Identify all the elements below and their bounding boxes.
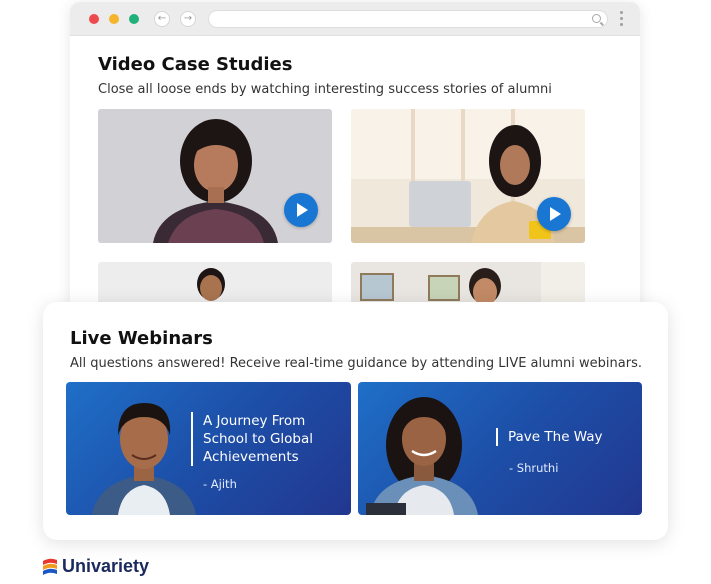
section-subtitle: All questions answered! Receive real-tim… xyxy=(70,356,642,371)
address-bar[interactable] xyxy=(208,10,608,28)
live-webinars-card: Live Webinars All questions answered! Re… xyxy=(43,302,668,540)
webinar-title: A Journey From School to Global Achievem… xyxy=(191,412,313,466)
video-thumbnail-2[interactable] xyxy=(351,109,585,243)
video-thumbnail-1[interactable] xyxy=(98,109,332,243)
section-title: Live Webinars xyxy=(70,328,213,349)
browser-window: ← → Video Case Studies Close all loose e… xyxy=(70,2,640,322)
webinar-card-1[interactable]: A Journey From School to Global Achievem… xyxy=(66,382,351,515)
brand-logo-icon xyxy=(43,558,57,575)
speaker-photo xyxy=(92,403,196,515)
maximize-window-dot[interactable] xyxy=(129,14,139,24)
play-icon[interactable] xyxy=(537,197,571,231)
search-icon[interactable] xyxy=(592,14,601,23)
minimize-window-dot[interactable] xyxy=(109,14,119,24)
close-window-dot[interactable] xyxy=(89,14,99,24)
browser-toolbar: ← → xyxy=(70,2,640,36)
more-vertical-icon[interactable] xyxy=(620,11,624,27)
webinar-author: - Ajith xyxy=(203,477,237,491)
webinar-author: - Shruthi xyxy=(509,461,559,475)
speaker-photo xyxy=(366,397,478,515)
brand-name: Univariety xyxy=(62,556,150,576)
play-icon[interactable] xyxy=(284,193,318,227)
webinar-card-2[interactable]: Pave The Way - Shruthi xyxy=(358,382,642,515)
back-arrow-icon[interactable]: ← xyxy=(154,11,170,27)
webinar-title: Pave The Way xyxy=(496,428,603,446)
forward-arrow-icon[interactable]: → xyxy=(180,11,196,27)
section-title: Video Case Studies xyxy=(98,54,293,75)
section-subtitle: Close all loose ends by watching interes… xyxy=(98,82,552,97)
